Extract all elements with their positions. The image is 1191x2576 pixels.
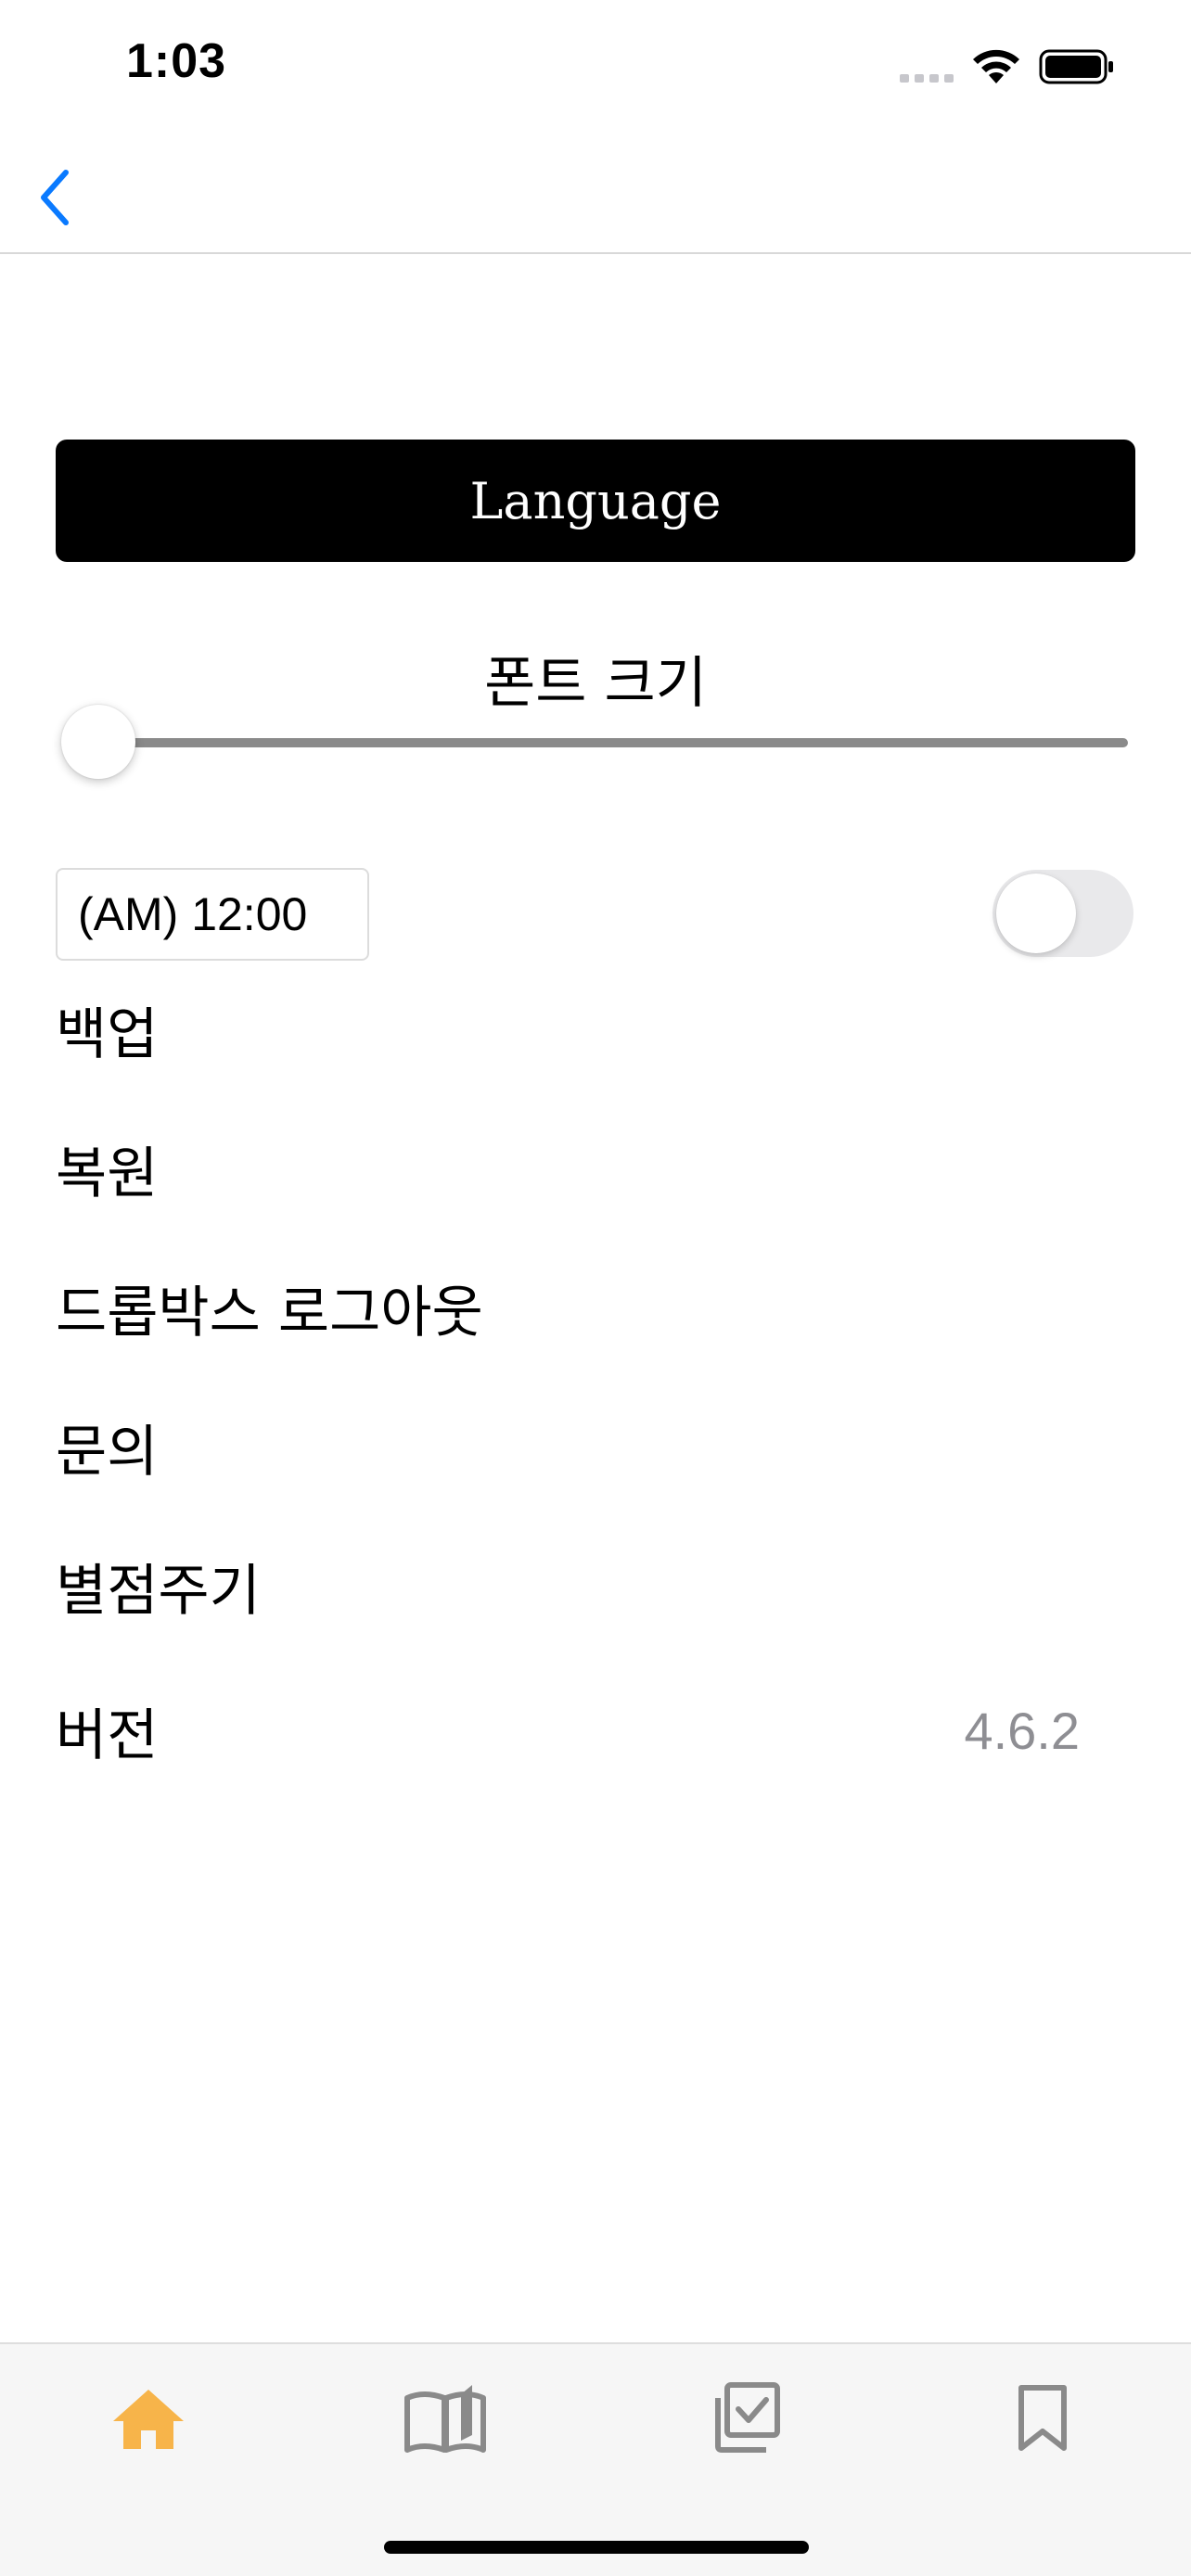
font-size-slider[interactable]: [56, 695, 1135, 788]
checklist-icon: [715, 2382, 780, 2453]
tab-home[interactable]: [93, 2372, 204, 2465]
notification-time-field[interactable]: (AM) 12:00: [56, 868, 369, 961]
wifi-icon: [973, 49, 1019, 83]
bookmark-icon: [1018, 2385, 1067, 2451]
notification-toggle[interactable]: [992, 870, 1133, 957]
status-bar: 1:03: [0, 0, 1191, 121]
tab-bookmark[interactable]: [987, 2372, 1098, 2465]
menu-item-label: 복원: [56, 1141, 159, 1206]
home-indicator: [384, 2541, 809, 2554]
rate-app-menu-item[interactable]: 별점주기: [56, 1530, 1135, 1641]
menu-item-label: 드롭박스 로그아웃: [56, 1280, 483, 1345]
version-row: 버전 4.6.2: [56, 1675, 1135, 1786]
backup-menu-item[interactable]: 백업: [56, 974, 1135, 1085]
navigation-bar: [0, 121, 1191, 254]
language-button[interactable]: Language: [56, 440, 1135, 562]
book-icon: [404, 2385, 486, 2453]
status-time: 1:03: [126, 34, 227, 88]
toggle-knob: [996, 874, 1076, 953]
tab-checklist[interactable]: [688, 2372, 800, 2465]
battery-icon: [1039, 49, 1113, 84]
restore-menu-item[interactable]: 복원: [56, 1113, 1135, 1224]
chevron-left-icon: [41, 170, 69, 225]
slider-track: [100, 738, 1128, 747]
menu-item-label: 문의: [56, 1419, 159, 1485]
menu-item-label: 별점주기: [56, 1558, 261, 1624]
menu-item-label: 버전: [56, 1702, 159, 1768]
signal-icon: [900, 74, 954, 83]
contact-menu-item[interactable]: 문의: [56, 1391, 1135, 1502]
menu-item-label: 백업: [56, 1001, 159, 1067]
tab-book[interactable]: [390, 2372, 501, 2465]
version-value: 4.6.2: [964, 1701, 1080, 1760]
home-icon: [113, 2390, 184, 2449]
slider-thumb[interactable]: [61, 705, 135, 779]
back-button[interactable]: [22, 158, 87, 237]
dropbox-logout-menu-item[interactable]: 드롭박스 로그아웃: [56, 1252, 1135, 1363]
